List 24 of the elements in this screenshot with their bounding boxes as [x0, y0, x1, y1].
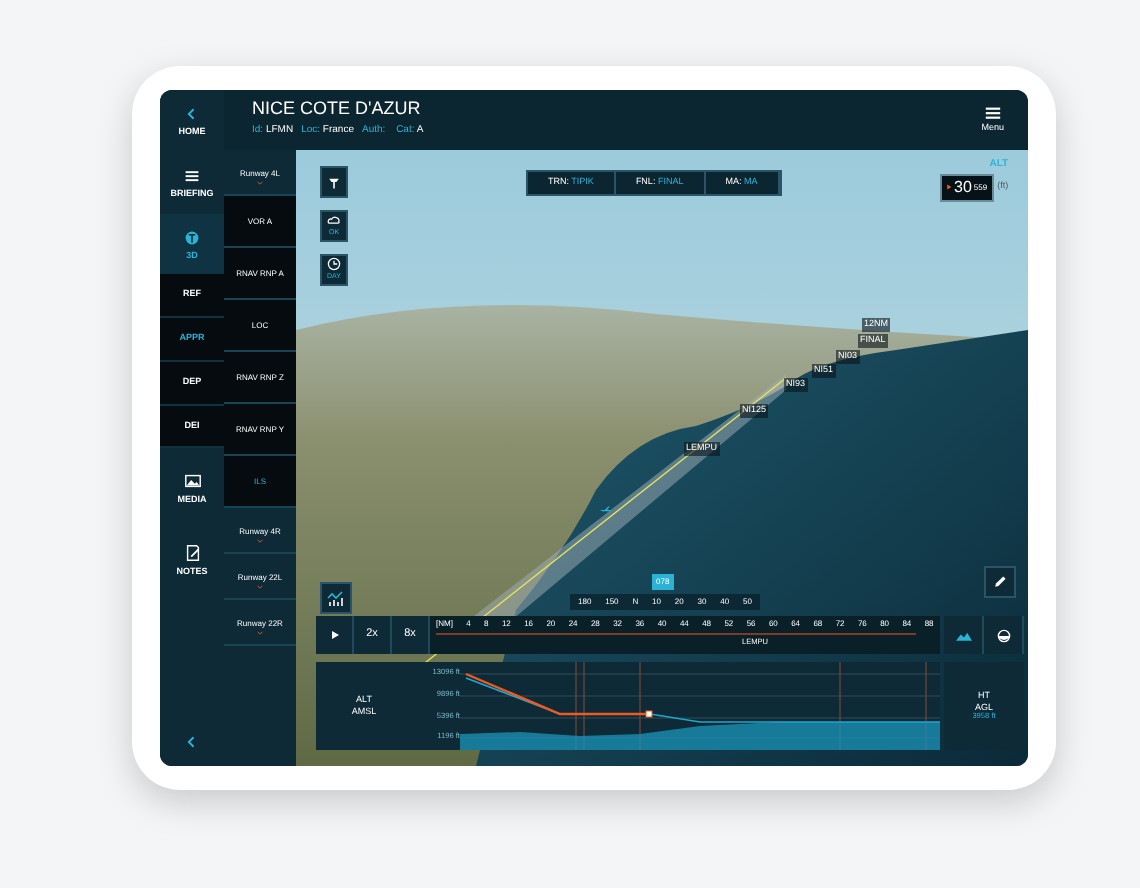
airport-title: NICE COTE D'AZUR	[252, 100, 423, 119]
caret-icon	[256, 630, 264, 636]
play-icon	[329, 630, 339, 640]
profile-toggle-button[interactable]	[320, 582, 352, 614]
airplane-icon	[596, 504, 616, 516]
caret-icon	[256, 584, 264, 590]
menu-icon	[184, 167, 200, 184]
note-icon	[183, 544, 201, 562]
back-icon	[184, 734, 200, 750]
tower-icon	[326, 174, 342, 190]
globe-icon	[184, 229, 200, 245]
menu-icon	[983, 104, 1002, 123]
play-icon	[946, 184, 952, 190]
clock-icon	[326, 256, 342, 273]
image-icon	[183, 472, 201, 491]
back-icon	[184, 106, 200, 122]
map-tool-button[interactable]	[320, 166, 348, 198]
edit-button[interactable]	[984, 566, 1016, 598]
chart-icon	[326, 588, 346, 608]
pencil-icon	[992, 574, 1008, 590]
caret-icon	[256, 180, 264, 186]
cloud-icon	[326, 212, 342, 229]
caret-icon	[256, 538, 264, 544]
mountain-icon	[955, 627, 971, 643]
